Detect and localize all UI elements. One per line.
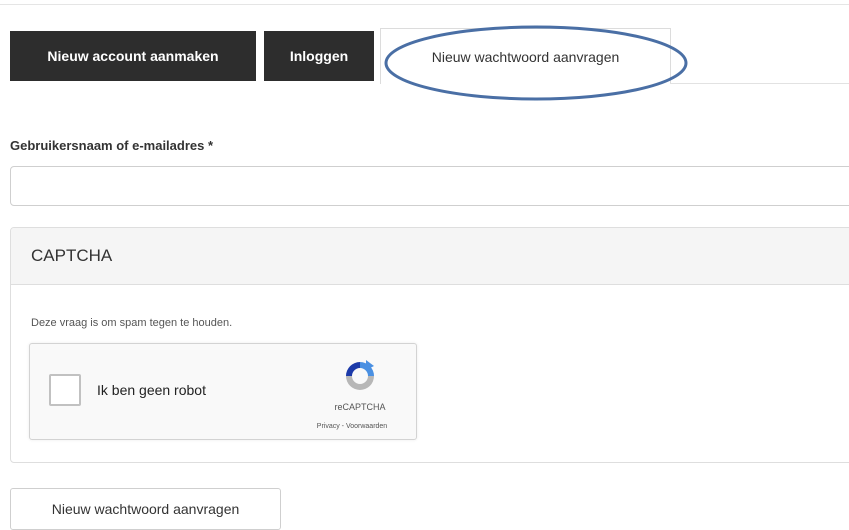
request-new-password-button[interactable]: Nieuw wachtwoord aanvragen	[10, 488, 281, 530]
recaptcha-logo-icon	[346, 360, 374, 390]
tabs-baseline	[670, 83, 849, 84]
username-label: Gebruikersnaam of e-mailadres *	[10, 138, 214, 153]
tab-request-new-password[interactable]: Nieuw wachtwoord aanvragen	[380, 28, 671, 84]
captcha-panel: CAPTCHA Deze vraag is om spam tegen te h…	[10, 227, 849, 463]
recaptcha-privacy-terms-link[interactable]: Privacy - Voorwaarden	[292, 423, 412, 430]
captcha-title: CAPTCHA	[11, 228, 849, 285]
captcha-description: Deze vraag is om spam tegen te houden.	[31, 317, 233, 329]
recaptcha-brand: reCAPTCHA	[334, 402, 386, 412]
tab-login[interactable]: Inloggen	[264, 31, 374, 81]
username-email-input[interactable]	[10, 166, 849, 206]
top-divider	[0, 0, 849, 5]
recaptcha-widget: Ik ben geen robot reCAPTCHA Privacy - Vo…	[29, 343, 417, 440]
tab-new-account[interactable]: Nieuw account aanmaken	[10, 31, 256, 81]
recaptcha-checkbox-label: Ik ben geen robot	[97, 382, 206, 398]
recaptcha-checkbox[interactable]	[49, 374, 81, 406]
